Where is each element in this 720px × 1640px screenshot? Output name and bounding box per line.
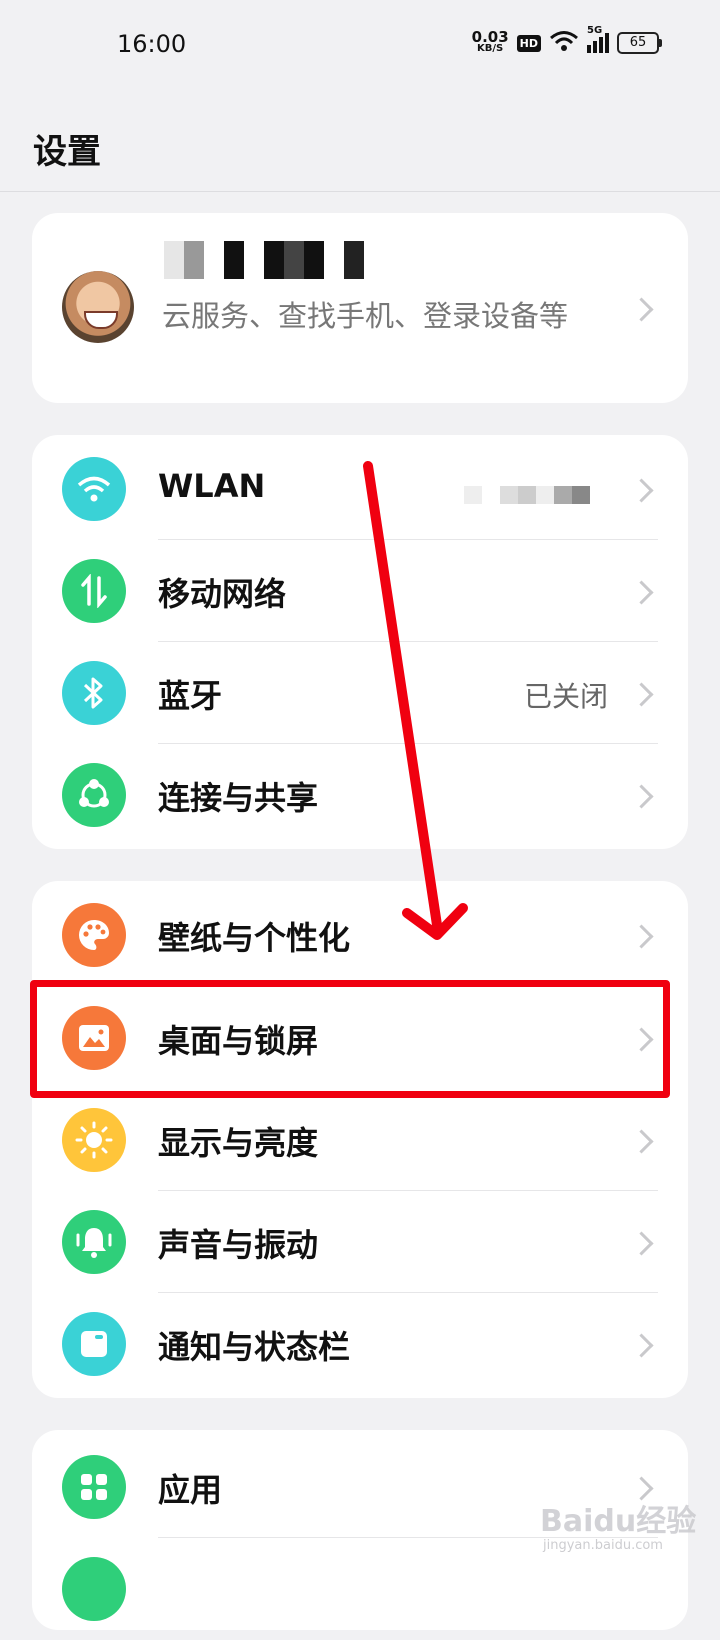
annotation-arrow xyxy=(363,461,468,940)
watermark-logo: Baidu经验 xyxy=(540,1504,697,1539)
watermark-url: jingyan.baidu.com xyxy=(543,1538,663,1553)
